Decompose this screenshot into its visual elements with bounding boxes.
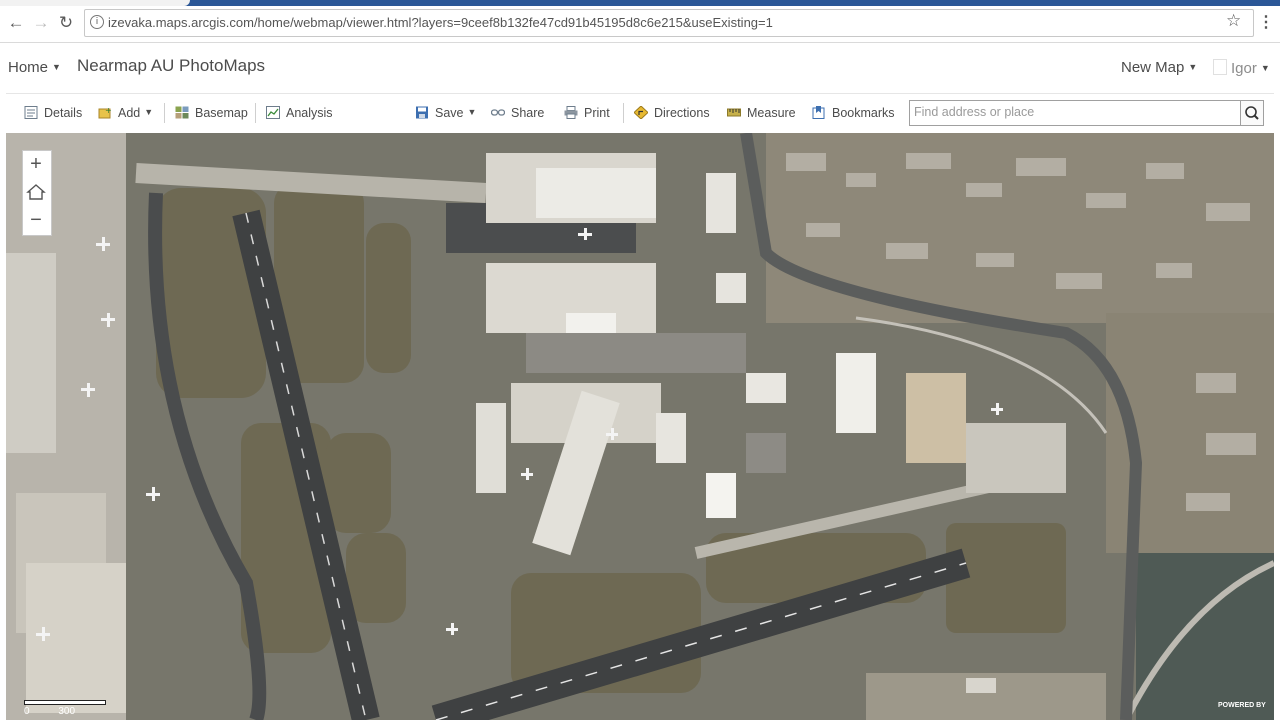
save-button[interactable]: Save ▼ xyxy=(415,106,476,120)
directions-button[interactable]: Directions xyxy=(634,106,710,120)
new-map-label[interactable]: New Map xyxy=(1121,59,1184,76)
home-icon xyxy=(26,184,46,200)
scale-bar: 0 300 xyxy=(24,700,106,717)
measure-button[interactable]: Measure xyxy=(727,106,796,120)
print-label[interactable]: Print xyxy=(584,106,610,120)
divider xyxy=(164,103,165,123)
measure-label[interactable]: Measure xyxy=(747,106,796,120)
new-map-menu[interactable]: New Map ▼ xyxy=(1121,59,1197,76)
home-menu[interactable]: Home ▼ xyxy=(8,59,61,76)
map-view[interactable] xyxy=(6,133,1274,720)
search-button[interactable] xyxy=(1240,100,1264,126)
measure-icon xyxy=(727,108,741,117)
reload-icon[interactable]: ↻ xyxy=(55,12,77,34)
user-menu[interactable]: Igor ▼ xyxy=(1213,59,1270,77)
basemap-label[interactable]: Basemap xyxy=(195,106,248,120)
aerial-imagery[interactable] xyxy=(6,133,1274,720)
search-placeholder: Find address or place xyxy=(914,105,1035,119)
analysis-button[interactable]: Analysis xyxy=(266,106,333,120)
home-label[interactable]: Home xyxy=(8,59,48,76)
directions-icon xyxy=(634,106,648,119)
svg-text:+: + xyxy=(105,106,112,115)
forward-icon[interactable]: → xyxy=(30,12,52,34)
share-icon xyxy=(491,109,505,116)
search-icon xyxy=(1245,106,1259,120)
details-icon xyxy=(24,106,38,119)
avatar xyxy=(1213,59,1227,75)
divider xyxy=(255,103,256,123)
attribution: POWERED BY xyxy=(1218,702,1266,709)
bookmarks-button[interactable]: Bookmarks xyxy=(812,106,895,120)
chevron-down-icon: ▼ xyxy=(467,107,477,117)
add-button[interactable]: + Add ▼ xyxy=(98,106,153,120)
info-icon[interactable]: i xyxy=(90,15,104,29)
printer-icon xyxy=(564,106,578,119)
share-button[interactable]: Share xyxy=(491,106,544,120)
home-extent-button[interactable] xyxy=(22,178,50,206)
divider xyxy=(623,103,624,123)
add-label[interactable]: Add xyxy=(118,106,140,120)
browser-top-stripe xyxy=(0,0,1280,6)
star-icon[interactable]: ☆ xyxy=(1226,11,1241,31)
scale-end-label: 300 xyxy=(58,706,76,717)
bookmarks-label[interactable]: Bookmarks xyxy=(832,106,895,120)
bookmarks-icon xyxy=(812,106,825,119)
details-button[interactable]: Details xyxy=(24,106,82,120)
add-icon: + xyxy=(98,106,112,119)
chevron-down-icon: ▼ xyxy=(52,62,61,72)
analysis-icon xyxy=(266,106,280,119)
chevron-down-icon: ▼ xyxy=(144,107,154,117)
back-icon[interactable]: ← xyxy=(5,12,27,34)
scale-start-label: 0 xyxy=(24,706,30,717)
kebab-menu-icon[interactable]: ⋮ xyxy=(1258,12,1274,32)
page-title: Nearmap AU PhotoMaps xyxy=(77,56,266,75)
chevron-down-icon: ▼ xyxy=(1188,62,1198,72)
zoom-in-button[interactable]: + xyxy=(22,150,50,178)
analysis-label[interactable]: Analysis xyxy=(286,106,333,120)
basemap-icon xyxy=(175,106,189,119)
share-label[interactable]: Share xyxy=(511,106,544,120)
directions-label[interactable]: Directions xyxy=(654,106,710,120)
url-text[interactable]: izevaka.maps.arcgis.com/home/webmap/view… xyxy=(108,15,773,30)
browser-tab-stub[interactable] xyxy=(0,0,190,6)
user-label[interactable]: Igor xyxy=(1231,60,1257,77)
save-label[interactable]: Save xyxy=(435,106,464,120)
save-icon xyxy=(416,106,428,119)
zoom-out-button[interactable]: − xyxy=(22,206,50,234)
print-button[interactable]: Print xyxy=(564,106,610,120)
chevron-down-icon: ▼ xyxy=(1260,63,1270,73)
scale-bar-line xyxy=(24,700,106,705)
details-label[interactable]: Details xyxy=(44,106,82,120)
basemap-button[interactable]: Basemap xyxy=(175,106,248,120)
